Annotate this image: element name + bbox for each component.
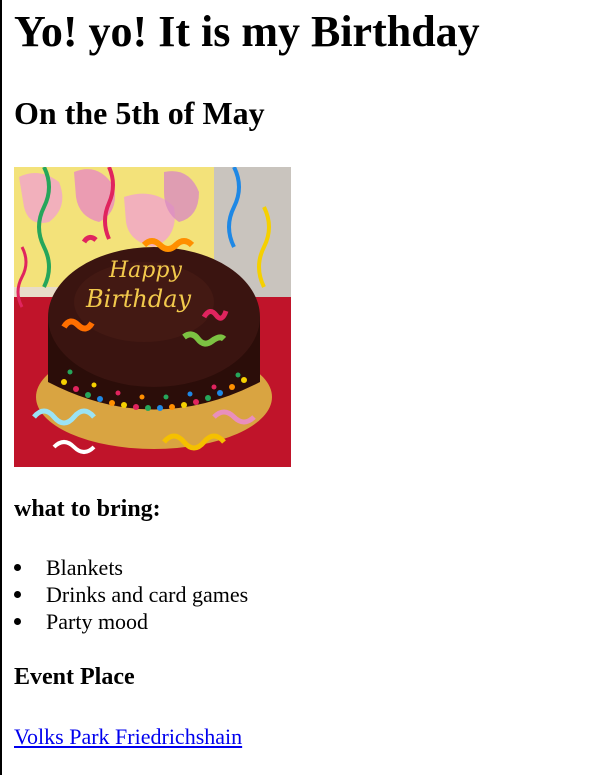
list-item-label: Blankets [46,555,123,580]
date-heading: On the 5th of May [14,95,265,131]
bring-list: Blankets Drinks and card games Party moo… [14,554,248,635]
place-heading: Event Place [14,664,135,690]
bullet-icon [14,618,21,625]
event-place-link[interactable]: Volks Park Friedrichshain [14,724,242,750]
list-item-label: Drinks and card games [46,582,249,607]
page-title: Yo! yo! It is my Birthday [14,7,480,56]
svg-text:Happy: Happy [108,258,182,283]
svg-text:Birthday: Birthday [85,285,192,313]
bullet-icon [14,591,21,598]
list-item: Party mood [14,608,248,635]
list-item: Blankets [14,554,248,581]
birthday-cake-image: Happy Birthday [14,167,291,467]
bring-heading: what to bring: [14,496,161,522]
bullet-icon [14,564,21,571]
list-item: Drinks and card games [14,581,248,608]
page-left-border [0,0,2,775]
list-item-label: Party mood [46,609,149,634]
